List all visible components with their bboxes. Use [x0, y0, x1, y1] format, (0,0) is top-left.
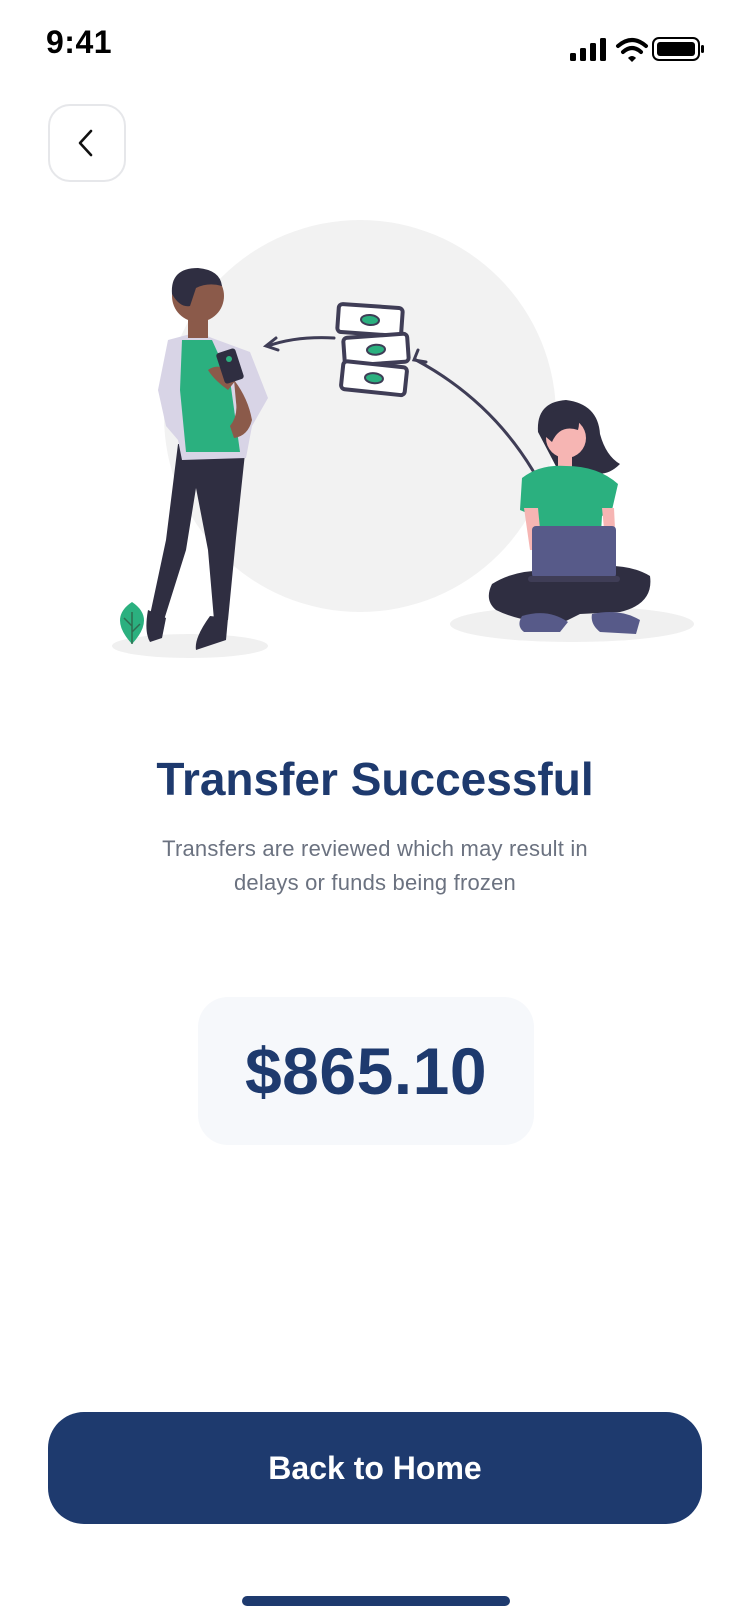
battery-icon [652, 37, 704, 61]
money-stack-icon [335, 302, 411, 398]
transfer-illustration [112, 220, 694, 658]
back-button[interactable] [48, 104, 126, 182]
cellular-signal-icon [570, 38, 606, 61]
home-indicator[interactable] [242, 1596, 510, 1606]
amount-card: $865.10 [198, 997, 534, 1145]
page-subtitle: Transfers are reviewed which may result … [162, 836, 588, 895]
status-bar: 9:41 [0, 0, 750, 90]
wifi-icon [616, 38, 648, 62]
chevron-left-icon [78, 129, 93, 157]
status-icons [570, 37, 704, 62]
page-title: Transfer Successful [156, 753, 594, 805]
status-time: 9:41 [46, 24, 113, 60]
transfer-amount: $865.10 [244, 1034, 488, 1108]
back-to-home-button[interactable]: Back to Home [48, 1412, 702, 1524]
